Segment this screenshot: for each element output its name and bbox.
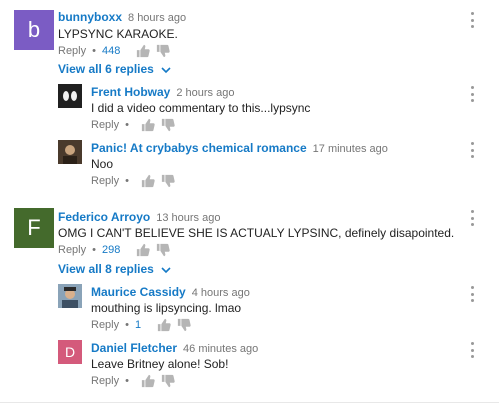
comment-time[interactable]: 2 hours ago (176, 87, 234, 99)
avatar[interactable] (58, 140, 82, 164)
like-count: 1 (134, 319, 142, 331)
comment-author[interactable]: Maurice Cassidy (91, 285, 186, 299)
reply-button[interactable]: Reply (91, 319, 119, 331)
comment-author[interactable]: Panic! At crybabys chemical romance (91, 141, 307, 155)
comment-text: LYPSYNC KARAOKE. (58, 27, 178, 41)
separator-dot: • (125, 375, 129, 387)
comment-text: I did a video commentary to this...lypsy… (91, 101, 311, 115)
more-options-icon[interactable] (469, 12, 475, 28)
comment-actions: Reply • 1 (91, 318, 191, 332)
thumbs-down-icon[interactable] (156, 243, 171, 257)
avatar[interactable] (58, 284, 82, 308)
like-count: 448 (101, 45, 121, 57)
comment-text: Leave Britney alone! Sob! (91, 357, 229, 371)
user-photo (58, 140, 82, 164)
comment-actions: Reply • 448 (58, 44, 171, 58)
avatar[interactable]: F (14, 208, 54, 248)
user-photo (58, 84, 82, 108)
comment-actions: Reply • (91, 118, 175, 132)
more-options-icon[interactable] (469, 86, 475, 102)
comment-text: Noo (91, 157, 114, 171)
comment-author[interactable]: bunnyboxx (58, 10, 122, 24)
avatar[interactable] (58, 84, 82, 108)
reply-button[interactable]: Reply (91, 119, 119, 131)
chevron-down-icon (161, 267, 171, 273)
thumbs-up-icon[interactable] (141, 118, 155, 132)
thumbs-down-icon[interactable] (177, 318, 191, 332)
comment-time[interactable]: 17 minutes ago (313, 143, 388, 155)
like-count: 298 (101, 244, 121, 256)
avatar[interactable]: D (58, 340, 82, 364)
separator-dot: • (125, 319, 129, 331)
reply-button[interactable]: Reply (91, 175, 119, 187)
thumbs-down-icon[interactable] (161, 374, 175, 388)
separator-dot: • (92, 45, 96, 57)
chevron-down-icon (161, 67, 171, 73)
avatar[interactable]: b (14, 10, 54, 50)
separator-dot: • (125, 119, 129, 131)
more-options-icon[interactable] (469, 142, 475, 158)
comment-time[interactable]: 8 hours ago (128, 12, 186, 24)
reply-button[interactable]: Reply (58, 244, 86, 256)
reply-button[interactable]: Reply (58, 45, 86, 57)
comment-author[interactable]: Federico Arroyo (58, 210, 150, 224)
view-replies-link[interactable]: View all 6 replies (58, 62, 171, 76)
comment-author[interactable]: Frent Hobway (91, 85, 170, 99)
comment-header: Panic! At crybabys chemical romance 17 mi… (91, 141, 388, 155)
thumbs-up-icon[interactable] (141, 374, 155, 388)
thumbs-down-icon[interactable] (161, 118, 175, 132)
comment-actions: Reply • 298 (58, 243, 171, 257)
more-options-icon[interactable] (469, 342, 475, 358)
comment-time[interactable]: 4 hours ago (192, 287, 250, 299)
comment-actions: Reply • (91, 374, 175, 388)
separator-dot: • (92, 244, 96, 256)
thumbs-down-icon[interactable] (156, 44, 171, 58)
comment-header: Maurice Cassidy 4 hours ago (91, 285, 250, 299)
comment-text: mouthing is lipsyncing. lmao (91, 301, 242, 315)
comment-header: bunnyboxx 8 hours ago (58, 10, 186, 24)
thumbs-up-icon[interactable] (157, 318, 171, 332)
separator-dot: • (125, 175, 129, 187)
thumbs-up-icon[interactable] (136, 44, 151, 58)
comment-text: OMG I CAN'T BELIEVE SHE IS ACTUALY LYPSI… (58, 226, 455, 240)
thumbs-down-icon[interactable] (161, 174, 175, 188)
comment-header: Frent Hobway 2 hours ago (91, 85, 234, 99)
comment-actions: Reply • (91, 174, 175, 188)
more-options-icon[interactable] (469, 210, 475, 226)
comment-header: Federico Arroyo 13 hours ago (58, 210, 220, 224)
user-photo (58, 284, 82, 308)
thumbs-up-icon[interactable] (136, 243, 151, 257)
view-replies-link[interactable]: View all 8 replies (58, 262, 171, 276)
comment-author[interactable]: Daniel Fletcher (91, 341, 177, 355)
bottom-divider (0, 402, 499, 403)
comment-time[interactable]: 46 minutes ago (183, 343, 258, 355)
reply-button[interactable]: Reply (91, 375, 119, 387)
more-options-icon[interactable] (469, 286, 475, 302)
comment-header: Daniel Fletcher 46 minutes ago (91, 341, 258, 355)
comment-time[interactable]: 13 hours ago (156, 212, 220, 224)
thumbs-up-icon[interactable] (141, 174, 155, 188)
